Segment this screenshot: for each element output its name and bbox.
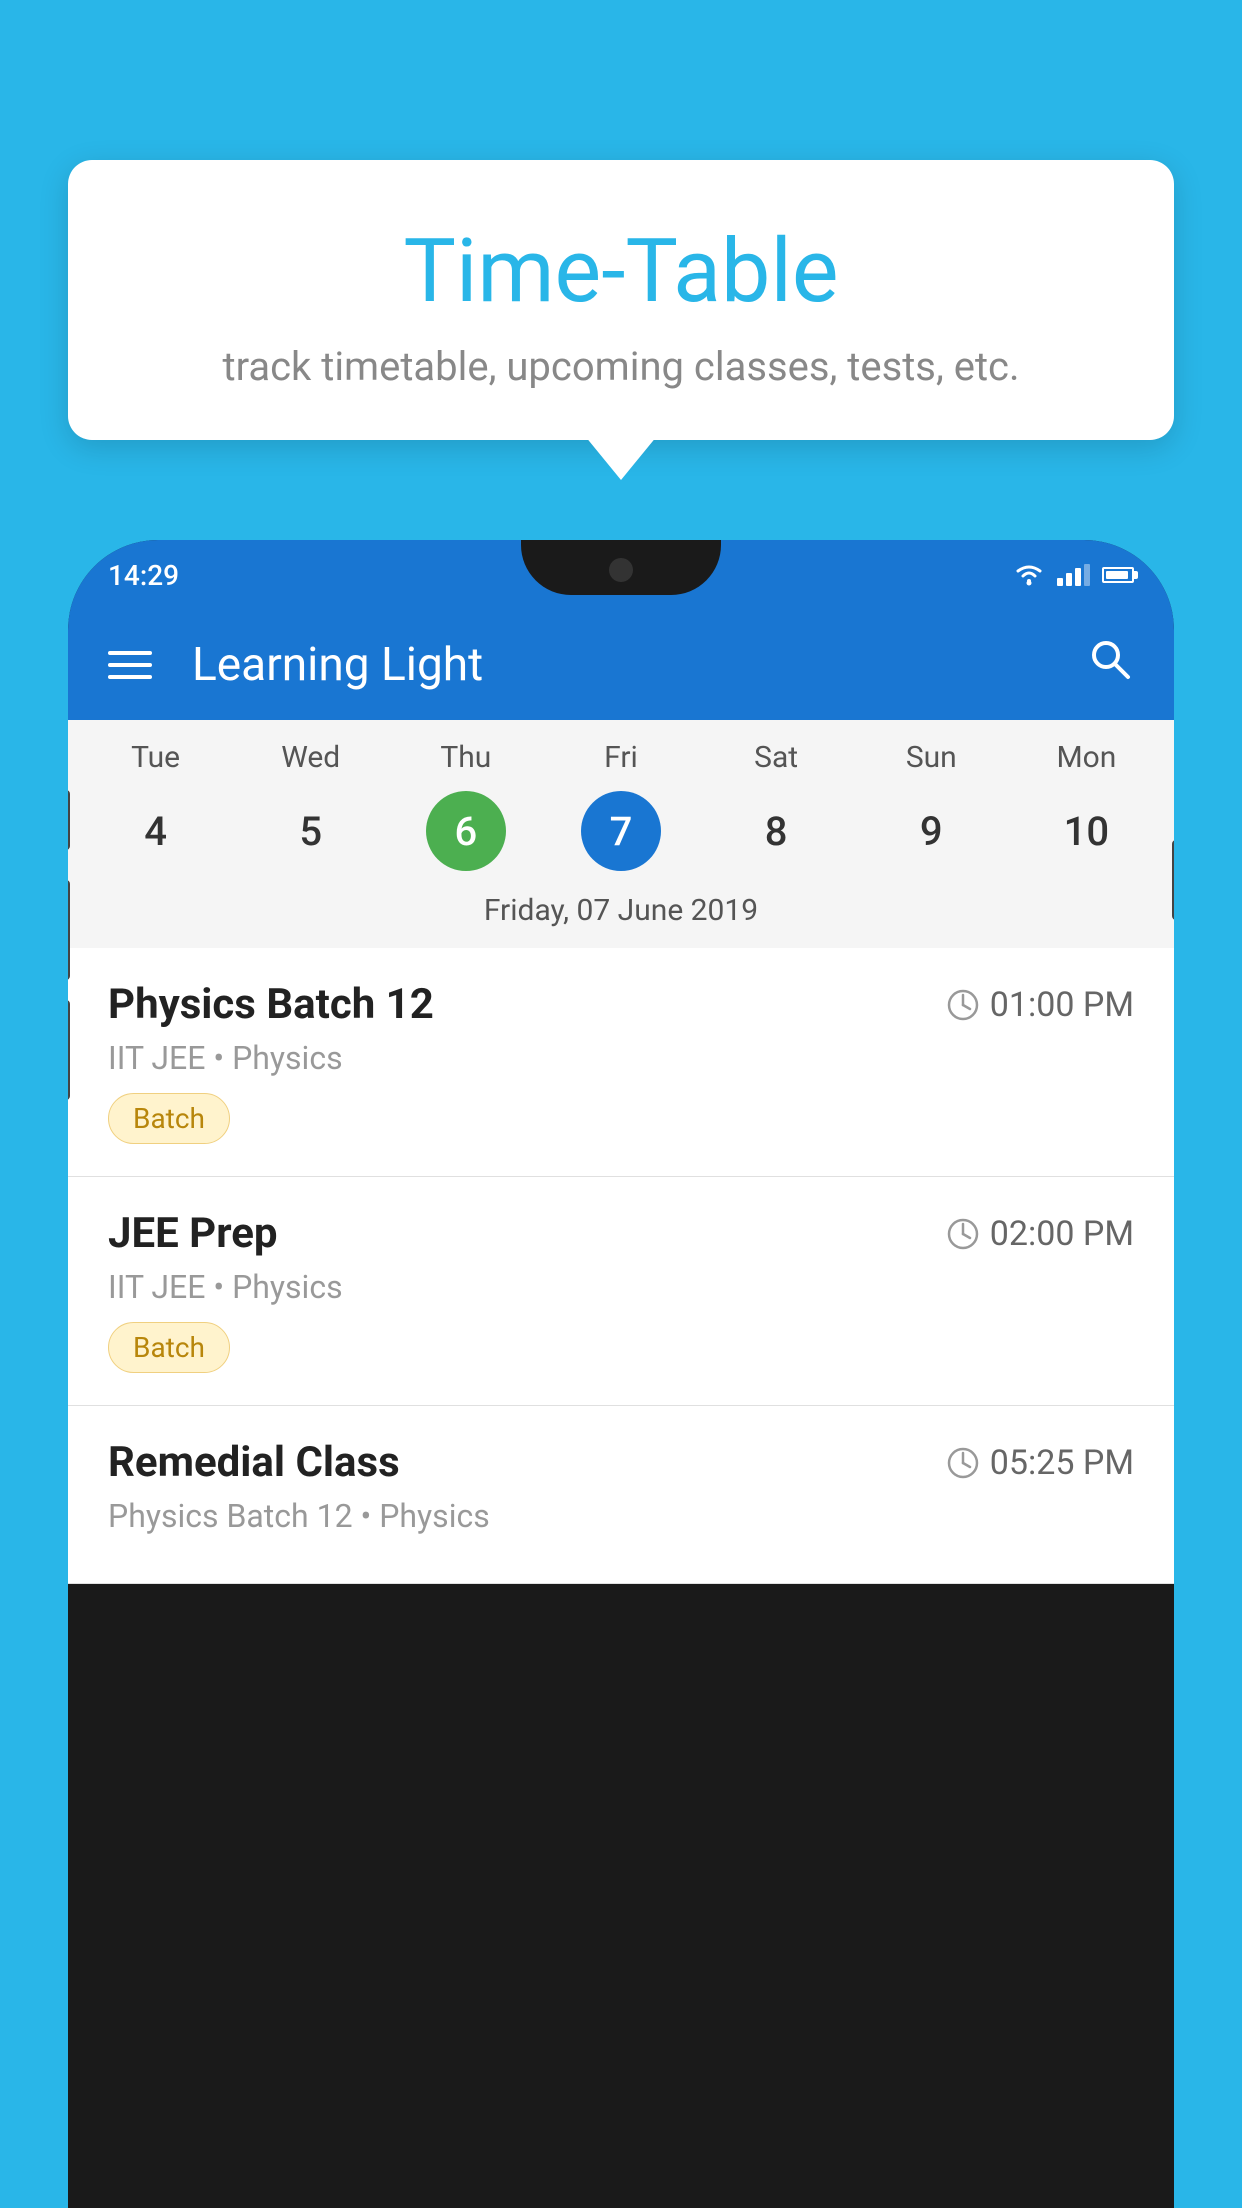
power-button xyxy=(1172,840,1174,920)
schedule-time-2: 02:00 PM xyxy=(946,1214,1134,1254)
vol-up-button xyxy=(68,790,70,850)
silent-button xyxy=(68,1000,70,1100)
phone-frame: 14:29 Lear xyxy=(68,540,1174,2208)
selected-date-label: Friday, 07 June 2019 xyxy=(68,887,1174,948)
clock-icon-1 xyxy=(946,988,980,1022)
menu-button[interactable] xyxy=(108,651,152,679)
date-7-selected[interactable]: 7 xyxy=(581,791,661,871)
date-6-today[interactable]: 6 xyxy=(426,791,506,871)
schedule-item-2[interactable]: JEE Prep 02:00 PM IIT JEE • Physics Batc… xyxy=(68,1177,1174,1406)
schedule-item-1-header: Physics Batch 12 01:00 PM xyxy=(108,980,1134,1029)
day-sat: Sat xyxy=(699,740,854,775)
schedule-subtitle-1: IIT JEE • Physics xyxy=(108,1039,1134,1077)
day-mon: Mon xyxy=(1009,740,1164,775)
tooltip-card: Time-Table track timetable, upcoming cla… xyxy=(68,160,1174,440)
schedule-title-1: Physics Batch 12 xyxy=(108,980,434,1029)
schedule-item-1[interactable]: Physics Batch 12 01:00 PM IIT JEE • Phys… xyxy=(68,948,1174,1177)
clock-icon-3 xyxy=(946,1446,980,1480)
app-bar: Learning Light xyxy=(68,610,1174,720)
date-9[interactable]: 9 xyxy=(854,791,1009,871)
tooltip-title: Time-Table xyxy=(128,220,1114,323)
day-wed: Wed xyxy=(233,740,388,775)
schedule-item-3[interactable]: Remedial Class 05:25 PM Physics Batch 12… xyxy=(68,1406,1174,1584)
schedule-container: Physics Batch 12 01:00 PM IIT JEE • Phys… xyxy=(68,948,1174,1584)
date-8[interactable]: 8 xyxy=(699,791,854,871)
day-thu: Thu xyxy=(388,740,543,775)
schedule-time-1: 01:00 PM xyxy=(946,985,1134,1025)
vol-down-button xyxy=(68,880,70,980)
day-sun: Sun xyxy=(854,740,1009,775)
tooltip-subtitle: track timetable, upcoming classes, tests… xyxy=(128,343,1114,390)
app-title: Learning Light xyxy=(192,638,1056,692)
day-tue: Tue xyxy=(78,740,233,775)
camera-notch xyxy=(609,558,633,582)
schedule-item-3-header: Remedial Class 05:25 PM xyxy=(108,1438,1134,1487)
date-4[interactable]: 4 xyxy=(78,791,233,871)
clock-icon-2 xyxy=(946,1217,980,1251)
search-button[interactable] xyxy=(1086,635,1134,695)
status-icons xyxy=(1013,563,1134,587)
signal-icon xyxy=(1057,564,1090,586)
schedule-title-3: Remedial Class xyxy=(108,1438,400,1487)
calendar-days-row: Tue Wed Thu Fri Sat Sun Mon xyxy=(68,720,1174,783)
status-bar: 14:29 xyxy=(68,540,1174,610)
wifi-icon xyxy=(1013,563,1045,587)
batch-badge-1: Batch xyxy=(108,1093,230,1144)
schedule-subtitle-3: Physics Batch 12 • Physics xyxy=(108,1497,1134,1535)
date-10[interactable]: 10 xyxy=(1009,791,1164,871)
battery-icon xyxy=(1102,567,1134,583)
batch-badge-2: Batch xyxy=(108,1322,230,1373)
day-fri: Fri xyxy=(543,740,698,775)
schedule-time-3: 05:25 PM xyxy=(946,1443,1134,1483)
calendar-dates-row: 4 5 6 7 8 9 10 xyxy=(68,783,1174,887)
schedule-item-2-header: JEE Prep 02:00 PM xyxy=(108,1209,1134,1258)
calendar-section: Tue Wed Thu Fri Sat Sun Mon 4 5 6 7 8 9 … xyxy=(68,720,1174,948)
schedule-subtitle-2: IIT JEE • Physics xyxy=(108,1268,1134,1306)
schedule-title-2: JEE Prep xyxy=(108,1209,278,1258)
date-5[interactable]: 5 xyxy=(233,791,388,871)
status-time: 14:29 xyxy=(108,559,179,592)
